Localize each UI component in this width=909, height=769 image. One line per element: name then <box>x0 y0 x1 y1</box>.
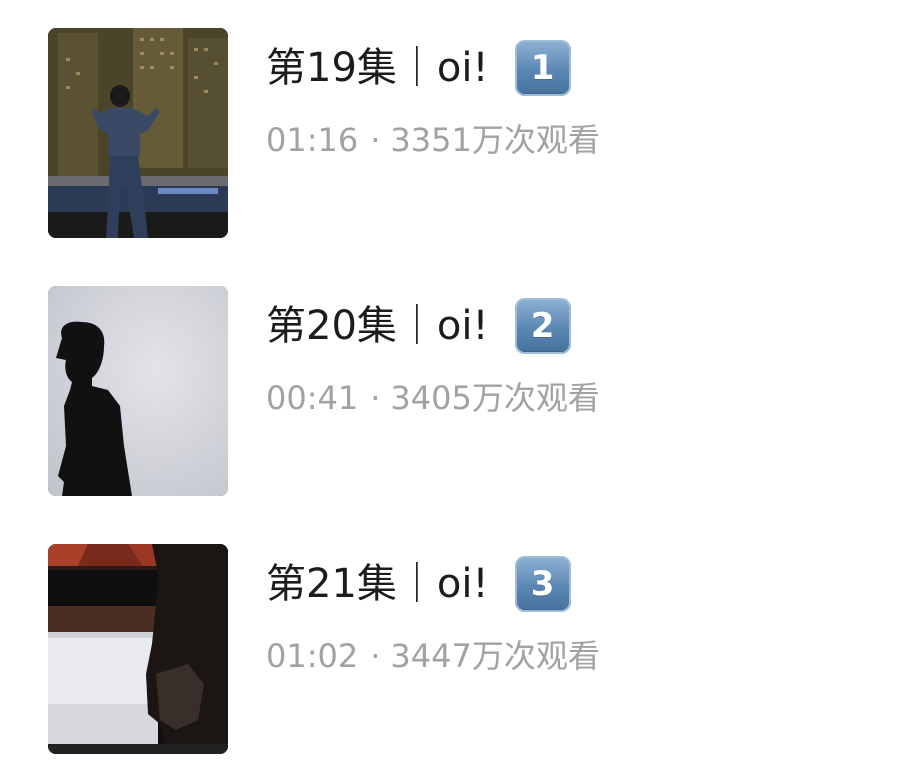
number-badge-icon: 3 <box>514 556 571 612</box>
episode-title-row: 第19集｜oi! 1 <box>266 40 571 96</box>
episode-views: 3351万次观看 <box>390 121 600 159</box>
episode-thumbnail[interactable] <box>48 28 228 238</box>
episode-title[interactable]: 第21集｜oi! <box>266 558 489 610</box>
thumbnail-image <box>48 286 228 496</box>
episode-item-19[interactable]: 第19集｜oi! 1 01:16 · 3351万次观看 <box>0 28 909 240</box>
episode-meta: 01:02 · 3447万次观看 <box>266 634 600 678</box>
episode-thumbnail[interactable] <box>48 286 228 496</box>
meta-separator: · <box>370 379 381 417</box>
episode-item-21[interactable]: 第21集｜oi! 3 01:02 · 3447万次观看 <box>0 544 909 756</box>
meta-separator: · <box>370 121 381 159</box>
meta-separator: · <box>370 637 381 675</box>
number-badge-icon: 2 <box>514 298 571 354</box>
number-badge-icon: 1 <box>514 40 571 96</box>
episode-thumbnail[interactable] <box>48 544 228 754</box>
episode-title-row: 第21集｜oi! 3 <box>266 556 571 612</box>
episode-title[interactable]: 第20集｜oi! <box>266 300 489 352</box>
episode-duration: 01:16 <box>266 121 359 159</box>
episode-duration: 01:02 <box>266 637 359 675</box>
thumbnail-image <box>48 544 228 754</box>
episode-views: 3447万次观看 <box>390 637 600 675</box>
thumbnail-image <box>48 28 228 238</box>
episode-item-20[interactable]: 第20集｜oi! 2 00:41 · 3405万次观看 <box>0 286 909 498</box>
episode-title-row: 第20集｜oi! 2 <box>266 298 571 354</box>
episode-duration: 00:41 <box>266 379 359 417</box>
episode-meta: 00:41 · 3405万次观看 <box>266 376 600 420</box>
episode-meta: 01:16 · 3351万次观看 <box>266 118 600 162</box>
episode-title[interactable]: 第19集｜oi! <box>266 42 489 94</box>
episode-views: 3405万次观看 <box>390 379 600 417</box>
